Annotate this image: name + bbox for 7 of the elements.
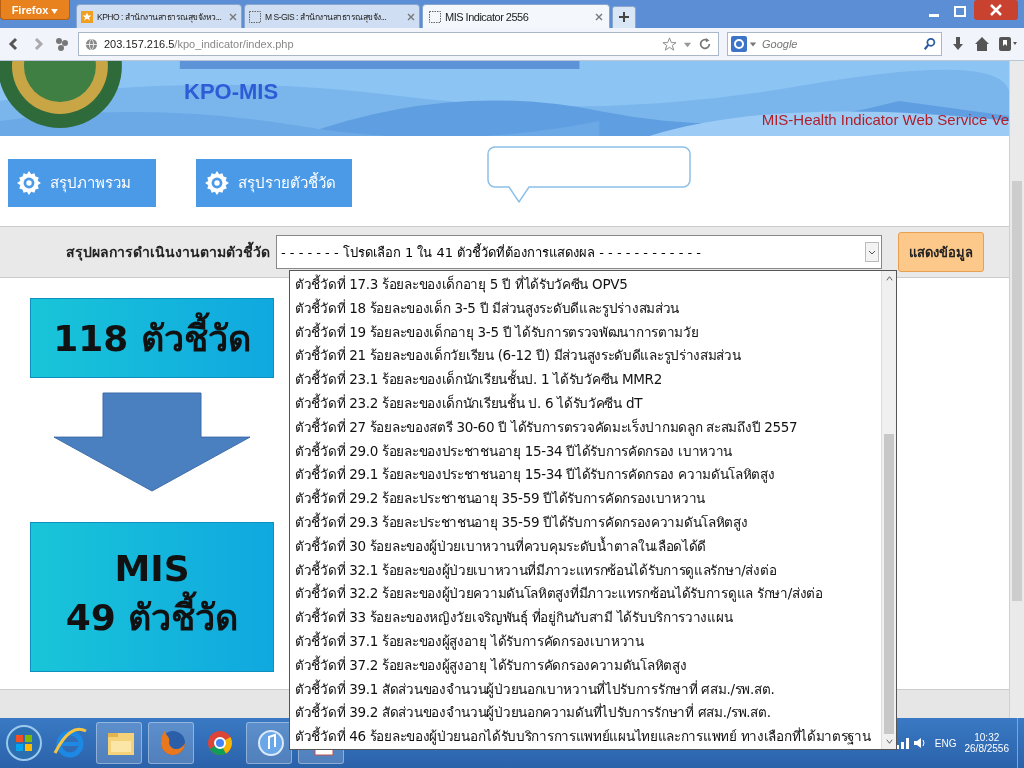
filter-label: สรุปผลการดำเนินงานตามตัวชี้วัด [66, 241, 270, 263]
site-tagline: MIS-Health Indicator Web Service Ve [761, 111, 1009, 128]
site-logo-text: KPO-MIS [184, 79, 279, 105]
total-indicators: 118 ตัวชี้วัด [53, 309, 251, 367]
address-text: 203.157.216.5/kpo_indicator/index.php [104, 38, 294, 50]
mis-indicators: 49 ตัวชี้วัด [65, 589, 239, 646]
mis-title: MIS [114, 548, 190, 589]
